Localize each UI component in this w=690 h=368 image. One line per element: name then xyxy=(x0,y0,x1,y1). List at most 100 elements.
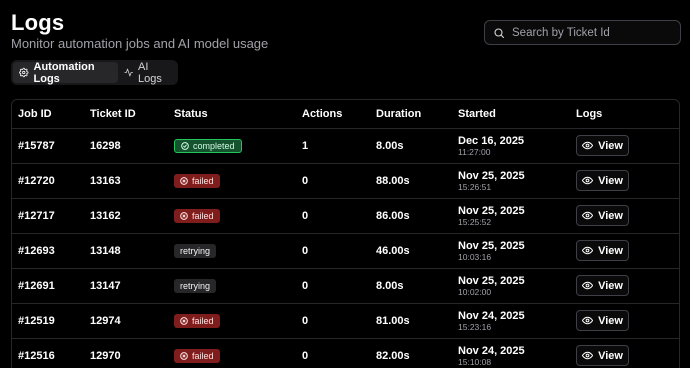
started-date: Dec 16, 2025 xyxy=(458,134,525,147)
tab-automation-logs[interactable]: Automation Logs xyxy=(13,61,118,85)
log-type-tabs: Automation Logs AI Logs xyxy=(11,60,178,85)
column-header-ticket-id: Ticket ID xyxy=(84,100,168,129)
view-logs-button[interactable]: View xyxy=(576,170,629,191)
logs-cell: View xyxy=(570,163,679,199)
started-cell: Nov 24, 2025 15:23:16 xyxy=(452,303,570,339)
started-date: Nov 25, 2025 xyxy=(458,274,525,287)
status-badge: retrying xyxy=(174,278,217,293)
logs-cell: View xyxy=(570,233,679,269)
search-box[interactable] xyxy=(484,20,681,45)
view-logs-button[interactable]: View xyxy=(576,205,629,226)
actions-cell: 0 xyxy=(296,198,370,234)
view-logs-button[interactable]: View xyxy=(576,135,629,156)
search-icon xyxy=(494,27,505,38)
table-row: #12693 13148 retrying 0 46.00s Nov 25, 2025 10… xyxy=(12,233,679,269)
actions-cell: 1 xyxy=(296,128,370,164)
eye-icon xyxy=(582,141,594,150)
status-badge: failed xyxy=(174,208,220,223)
started-date: Nov 25, 2025 xyxy=(458,204,525,217)
status-badge: retrying xyxy=(174,243,217,258)
job-id-cell: #15787 xyxy=(12,128,84,164)
eye-icon xyxy=(582,246,594,255)
page-subtitle: Monitor automation jobs and AI model usa… xyxy=(11,36,269,51)
column-header-actions: Actions xyxy=(296,100,370,129)
x-circle-icon xyxy=(180,176,188,185)
table-row: #12720 13163 failed 0 88.00s Nov 25, 2025 15:2… xyxy=(12,163,679,199)
actions-cell: 0 xyxy=(296,303,370,339)
eye-icon xyxy=(582,352,594,360)
duration-cell: 81.00s xyxy=(370,303,452,339)
search-input[interactable] xyxy=(512,26,672,39)
view-label: View xyxy=(598,209,623,222)
tab-label: AI Logs xyxy=(138,60,162,85)
column-header-status: Status xyxy=(168,100,296,129)
ticket-id-cell: 13162 xyxy=(84,198,168,234)
started-time: 11:27:00 xyxy=(458,146,491,157)
table-row: #12519 12974 failed 0 81.00s Nov 24, 2025 15:2… xyxy=(12,303,679,339)
view-label: View xyxy=(598,174,623,187)
job-id-cell: #12693 xyxy=(12,233,84,269)
table-row: #12691 13147 retrying 0 8.00s Nov 25, 2025 10:… xyxy=(12,268,679,304)
x-circle-icon xyxy=(180,316,188,325)
status-cell: failed xyxy=(168,303,296,339)
job-id-cell: #12717 xyxy=(12,198,84,234)
view-label: View xyxy=(598,279,623,292)
logs-cell: View xyxy=(570,303,679,339)
started-cell: Dec 16, 2025 11:27:00 xyxy=(452,128,570,164)
ticket-id-cell: 13148 xyxy=(84,233,168,269)
eye-icon xyxy=(582,176,594,185)
started-time: 15:26:51 xyxy=(458,181,492,192)
started-time: 10:02:00 xyxy=(458,286,492,297)
tab-ai-logs[interactable]: AI Logs xyxy=(118,60,176,85)
table-row: #12516 12970 failed 0 82.00s Nov 24, 2025 15:1… xyxy=(12,338,679,368)
view-label: View xyxy=(598,244,623,257)
view-label: View xyxy=(598,349,623,362)
table-row: #15787 16298 completed 1 8.00s Dec 16, 2025 11… xyxy=(12,128,679,164)
status-badge: failed xyxy=(174,173,220,188)
started-date: Nov 25, 2025 xyxy=(458,169,525,182)
status-cell: retrying xyxy=(168,233,296,269)
eye-icon xyxy=(582,316,594,325)
view-logs-button[interactable]: View xyxy=(576,240,629,261)
ticket-id-cell: 12970 xyxy=(90,349,121,362)
started-date: Nov 24, 2025 xyxy=(458,344,525,357)
view-label: View xyxy=(598,314,623,327)
column-header-logs: Logs xyxy=(570,100,679,129)
status-cell: failed xyxy=(168,198,296,234)
view-label: View xyxy=(598,139,623,152)
table-header-row: Job ID Ticket ID Status Actions Duration… xyxy=(12,100,679,129)
duration-cell: 8.00s xyxy=(370,128,452,164)
activity-icon xyxy=(124,68,133,77)
view-logs-button[interactable]: View xyxy=(576,275,629,296)
logs-cell: View xyxy=(570,338,679,368)
duration-cell: 86.00s xyxy=(370,198,452,234)
ticket-id-cell: 12974 xyxy=(84,303,168,339)
status-cell: failed xyxy=(168,163,296,199)
column-header-job-id: Job ID xyxy=(12,100,84,129)
column-header-started: Started xyxy=(452,100,570,129)
started-time: 15:10:08 xyxy=(458,356,492,367)
started-date: Nov 24, 2025 xyxy=(458,309,525,322)
eye-icon xyxy=(582,281,594,290)
actions-cell: 0 xyxy=(302,349,309,362)
job-id-cell: #12519 xyxy=(12,303,84,339)
column-header-duration: Duration xyxy=(370,100,452,129)
actions-cell: 0 xyxy=(296,268,370,304)
started-cell: Nov 25, 2025 10:02:00 xyxy=(452,268,570,304)
status-badge: failed xyxy=(174,348,220,363)
job-id-cell: #12516 xyxy=(18,349,55,362)
status-badge: failed xyxy=(174,313,220,328)
view-logs-button[interactable]: View xyxy=(576,345,629,367)
started-cell: Nov 24, 2025 15:10:08 xyxy=(452,338,570,368)
status-cell: failed xyxy=(168,338,296,368)
duration-cell: 8.00s xyxy=(370,268,452,304)
page-title: Logs xyxy=(11,10,65,35)
started-date: Nov 25, 2025 xyxy=(458,239,525,252)
status-cell: retrying xyxy=(168,268,296,304)
table-row: #12717 13162 failed 0 86.00s Nov 25, 2025 15:2… xyxy=(12,198,679,234)
ticket-id-cell: 13147 xyxy=(84,268,168,304)
duration-cell: 46.00s xyxy=(370,233,452,269)
view-logs-button[interactable]: View xyxy=(576,310,629,331)
logs-cell: View xyxy=(570,128,679,164)
job-id-cell: #12720 xyxy=(12,163,84,199)
